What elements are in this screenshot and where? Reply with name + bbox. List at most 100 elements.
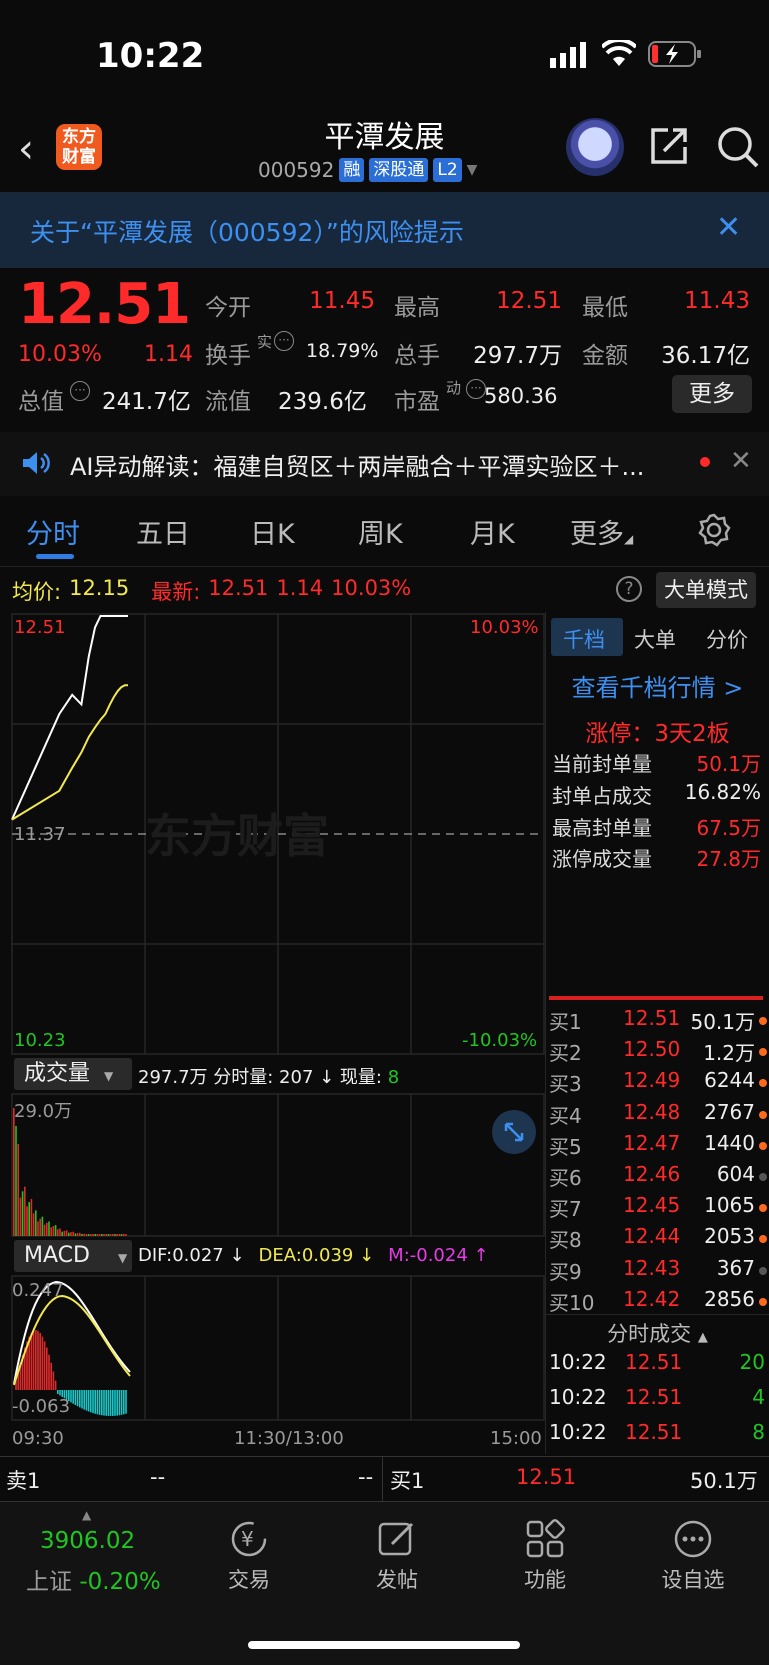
- volume-bar: [57, 1229, 59, 1236]
- bid-price: 12.43: [623, 1255, 681, 1280]
- volume-label: 总手: [394, 343, 440, 369]
- order-dot-icon: [759, 1048, 767, 1057]
- bid-row[interactable]: 买5 12.47 1440: [549, 1131, 769, 1161]
- bid-row[interactable]: 买6 12.46 604: [549, 1162, 769, 1192]
- search-icon[interactable]: [716, 125, 760, 169]
- nav-trade[interactable]: ¥ 交易: [189, 1510, 309, 1594]
- info-dots-icon[interactable]: ···: [70, 381, 90, 401]
- avg-price-label: 均价:: [12, 580, 62, 604]
- volume-bar: [114, 1234, 116, 1236]
- volume-indicator-selector[interactable]: 成交量 ▼: [14, 1058, 132, 1090]
- bid-row[interactable]: 买7 12.45 1065: [549, 1193, 769, 1223]
- ticks-title[interactable]: 分时成交 ▲: [546, 1318, 769, 1348]
- bid-row[interactable]: 买8 12.44 2053: [549, 1224, 769, 1254]
- tick-volume: 20: [739, 1350, 765, 1374]
- big-order-mode-button[interactable]: 大单模式: [656, 572, 756, 608]
- macd-bar: [123, 1390, 125, 1415]
- pe-value: 580.36: [484, 384, 558, 408]
- tab-price-dist[interactable]: 分价: [706, 624, 748, 654]
- tab-five-day[interactable]: 五日: [136, 512, 190, 551]
- risk-text[interactable]: 关于“平潭发展（000592）”的风险提示: [30, 213, 464, 249]
- stock-subtitle[interactable]: 000592 融 深股通 L2 ▼: [258, 158, 477, 182]
- volume-bar: [76, 1233, 79, 1236]
- tab-monthly-k[interactable]: 月K: [470, 512, 515, 551]
- bid-row[interactable]: 买10 12.42 2856: [549, 1287, 769, 1317]
- macd-bar: [37, 1330, 39, 1390]
- stat-label: 当前封单量: [552, 752, 652, 776]
- volume-bar: [52, 1226, 55, 1236]
- bid-volume: 604: [716, 1162, 755, 1186]
- bid-volume: 50.1万: [690, 1010, 755, 1034]
- chevron-up-icon: ▲: [82, 1508, 92, 1522]
- bid-row[interactable]: 买4 12.48 2767: [549, 1100, 769, 1130]
- nav-add-watchlist[interactable]: 设自选: [633, 1510, 753, 1594]
- tab-big-orders[interactable]: 大单: [634, 624, 676, 654]
- volume-bar: [105, 1234, 107, 1236]
- tick-price: 12.51: [625, 1420, 683, 1444]
- volume-bar: [50, 1227, 52, 1236]
- bid-volume: 6244: [704, 1068, 755, 1093]
- macd-indicator-selector[interactable]: MACD ▼: [14, 1240, 132, 1272]
- gear-icon[interactable]: [696, 512, 732, 548]
- info-dots-icon[interactable]: ···: [274, 331, 294, 351]
- macd-bar: [74, 1390, 77, 1405]
- macd-bar: [118, 1390, 121, 1416]
- volume-bar: [35, 1210, 37, 1236]
- macd-bar: [112, 1390, 114, 1416]
- bid-price: 12.44: [623, 1224, 681, 1249]
- macd-bar: [59, 1390, 61, 1396]
- volume-bar: [83, 1233, 85, 1236]
- ai-insight-text[interactable]: AI异动解读：福建自贸区＋两岸融合＋平潭实验区＋...: [70, 447, 680, 482]
- help-icon[interactable]: ?: [616, 576, 642, 602]
- bid-row[interactable]: 买1 12.51 50.1万: [549, 1006, 769, 1036]
- volume-bar: [96, 1234, 99, 1236]
- volume-bar: [103, 1234, 105, 1236]
- close-icon[interactable]: ✕: [730, 446, 752, 476]
- time-axis-mid: 11:30/13:00: [234, 1428, 344, 1449]
- bid-volume: 2053: [704, 1224, 755, 1249]
- bid-row[interactable]: 买9 12.43 367: [549, 1256, 769, 1286]
- bid-row[interactable]: 买3 12.49 6244: [549, 1068, 769, 1098]
- order-dot-icon: [759, 1141, 767, 1150]
- last-price: 12.51: [18, 272, 191, 337]
- nav-post[interactable]: 发帖: [337, 1510, 457, 1594]
- macd-bar: [39, 1332, 41, 1390]
- share-icon[interactable]: [648, 125, 690, 167]
- stat-label: 涨停成交量: [552, 847, 652, 871]
- robot-avatar-icon[interactable]: [566, 118, 624, 176]
- order-dot-icon: [759, 1110, 767, 1119]
- macd-grid: [11, 1275, 545, 1421]
- bid-price: 12.42: [623, 1286, 681, 1311]
- order-dot-icon: [759, 1235, 767, 1244]
- tab-weekly-k[interactable]: 周K: [358, 512, 403, 551]
- view-levels-link[interactable]: 查看千档行情 >: [546, 668, 769, 703]
- market-cap-label: 总值: [18, 389, 64, 415]
- volume-bar: [79, 1232, 81, 1236]
- volume-bar: [68, 1232, 70, 1236]
- latest-value: 12.51: [208, 576, 269, 600]
- sell1-price: --: [150, 1465, 166, 1489]
- shenzhen-connect-tag: 深股通: [369, 158, 429, 182]
- pct-axis-bottom: -10.03%: [462, 1030, 538, 1051]
- tab-intraday[interactable]: 分时: [26, 512, 80, 551]
- close-icon[interactable]: ✕: [716, 210, 741, 245]
- index-value[interactable]: 3906.02: [40, 1528, 135, 1554]
- nav-functions[interactable]: 功能: [485, 1510, 605, 1594]
- bid-price: 12.48: [623, 1099, 681, 1124]
- more-button[interactable]: 更多: [672, 375, 752, 413]
- tab-thousand-levels[interactable]: 千档: [563, 624, 605, 654]
- time-axis-start: 09:30: [12, 1428, 64, 1449]
- volume-bar: [41, 1216, 44, 1236]
- bid-row[interactable]: 买2 12.50 1.2万: [549, 1037, 769, 1067]
- index-row[interactable]: 上证 -0.20%: [26, 1562, 161, 1596]
- tab-more[interactable]: 更多◢: [570, 512, 633, 551]
- macd-bar: [79, 1390, 81, 1408]
- bid-price: 12.49: [623, 1068, 681, 1093]
- info-dots-icon[interactable]: ···: [466, 379, 486, 399]
- macd-bar: [35, 1330, 37, 1390]
- watermark: 东方财富: [145, 810, 329, 862]
- tab-daily-k[interactable]: 日K: [250, 512, 295, 551]
- price-line: [11, 615, 128, 821]
- macd-bar: [114, 1390, 116, 1416]
- expand-icon[interactable]: [492, 1110, 536, 1154]
